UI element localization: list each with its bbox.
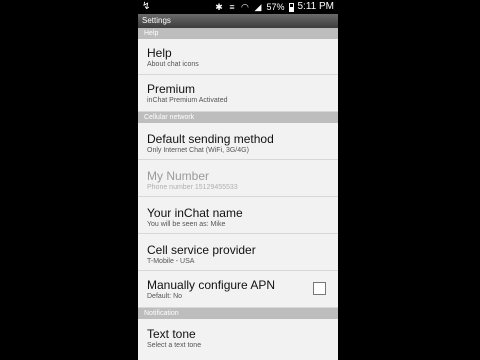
setting-subtitle: Phone number 15129455533 (147, 184, 238, 191)
apn-checkbox[interactable] (313, 282, 326, 295)
bluetooth-icon: ✱ (215, 1, 223, 12)
setting-subtitle: Only Internet Chat (WiFi, 3G/4G) (147, 147, 249, 154)
clock: 5:11 PM (297, 1, 335, 12)
setting-title: Default sending method (147, 132, 274, 146)
setting-inchat-name[interactable]: Your inChat name You will be seen as: Mi… (138, 197, 338, 234)
setting-title: Help (147, 46, 172, 60)
setting-subtitle: inChat Premium Activated (147, 97, 228, 104)
usb-plug-icon: ↯ (142, 1, 151, 12)
wifi-icon: ◠ (241, 1, 249, 12)
setting-premium[interactable]: Premium inChat Premium Activated (138, 75, 338, 112)
setting-title: Manually configure APN (147, 278, 276, 292)
setting-subtitle: You will be seen as: Mike (147, 221, 226, 228)
setting-subtitle: About chat icons (147, 61, 199, 68)
section-header-help: Help (138, 28, 338, 39)
setting-cell-service-provider[interactable]: Cell service provider T-Mobile - USA (138, 234, 338, 271)
setting-title: My Number (147, 169, 210, 183)
setting-subtitle: Default: No (147, 293, 183, 300)
battery-icon (288, 2, 294, 12)
setting-my-number: My Number Phone number 15129455533 (138, 160, 338, 197)
setting-title: Cell service provider (147, 243, 256, 257)
signal-icon: ◢ (254, 1, 262, 12)
section-header-notification: Notification (138, 308, 338, 319)
setting-title: Premium (147, 82, 196, 96)
setting-title: Your inChat name (147, 206, 243, 220)
settings-list: Help Help About chat icons Premium inCha… (138, 28, 338, 356)
vibrate-icon: ≡ (229, 1, 235, 12)
phone-screen: ↯ ✱ ≡ ◠ ◢ 57% 5:11 PM Settings Help Help… (138, 0, 338, 360)
status-bar: ↯ ✱ ≡ ◠ ◢ 57% 5:11 PM (138, 0, 338, 14)
setting-subtitle: T-Mobile - USA (147, 258, 195, 265)
setting-title: Text tone (147, 327, 196, 341)
setting-default-sending-method[interactable]: Default sending method Only Internet Cha… (138, 123, 338, 160)
setting-help[interactable]: Help About chat icons (138, 39, 338, 75)
battery-percent: 57% (266, 2, 285, 12)
setting-subtitle: Select a text tone (147, 342, 202, 349)
section-header-cellular: Cellular network (138, 112, 338, 123)
page-title: Settings (138, 14, 338, 28)
setting-manually-configure-apn[interactable]: Manually configure APN Default: No (138, 271, 338, 308)
setting-text-tone[interactable]: Text tone Select a text tone (138, 319, 338, 356)
status-icons: ✱ ≡ ◠ ◢ 57% 5:11 PM (214, 0, 334, 14)
